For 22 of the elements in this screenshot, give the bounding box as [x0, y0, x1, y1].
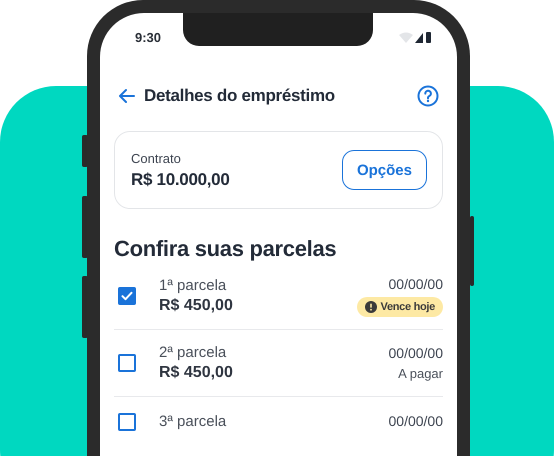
due-date: 00/00/00: [388, 276, 443, 292]
checkbox[interactable]: [118, 354, 136, 372]
status-text: Vence hoje: [380, 300, 435, 312]
screen-title: Detalhes do empréstimo: [144, 86, 335, 106]
section-title: Confira suas parcelas: [114, 235, 338, 263]
installment-amount: R$ 450,00: [159, 297, 233, 315]
due-date: 00/00/00: [388, 413, 443, 429]
due-date: 00/00/00: [388, 345, 443, 361]
installment-label: 1ª parcela: [159, 277, 228, 294]
checkbox[interactable]: [118, 413, 136, 431]
contract-amount: R$ 10.000,00: [131, 170, 230, 190]
installment-amount: R$ 450,00: [159, 364, 233, 382]
alert-icon: [364, 300, 377, 312]
installment-label: 3ª parcela: [159, 413, 226, 430]
checkbox[interactable]: [118, 287, 136, 305]
options-button[interactable]: Opções: [342, 150, 427, 190]
installment-label: 2ª parcela: [159, 344, 228, 361]
checkmark-icon: [120, 289, 134, 303]
status-icons: [399, 31, 431, 43]
contract-label: Contrato: [131, 150, 182, 166]
status-text: A pagar: [398, 366, 443, 381]
status-time: 9:30: [135, 30, 162, 44]
